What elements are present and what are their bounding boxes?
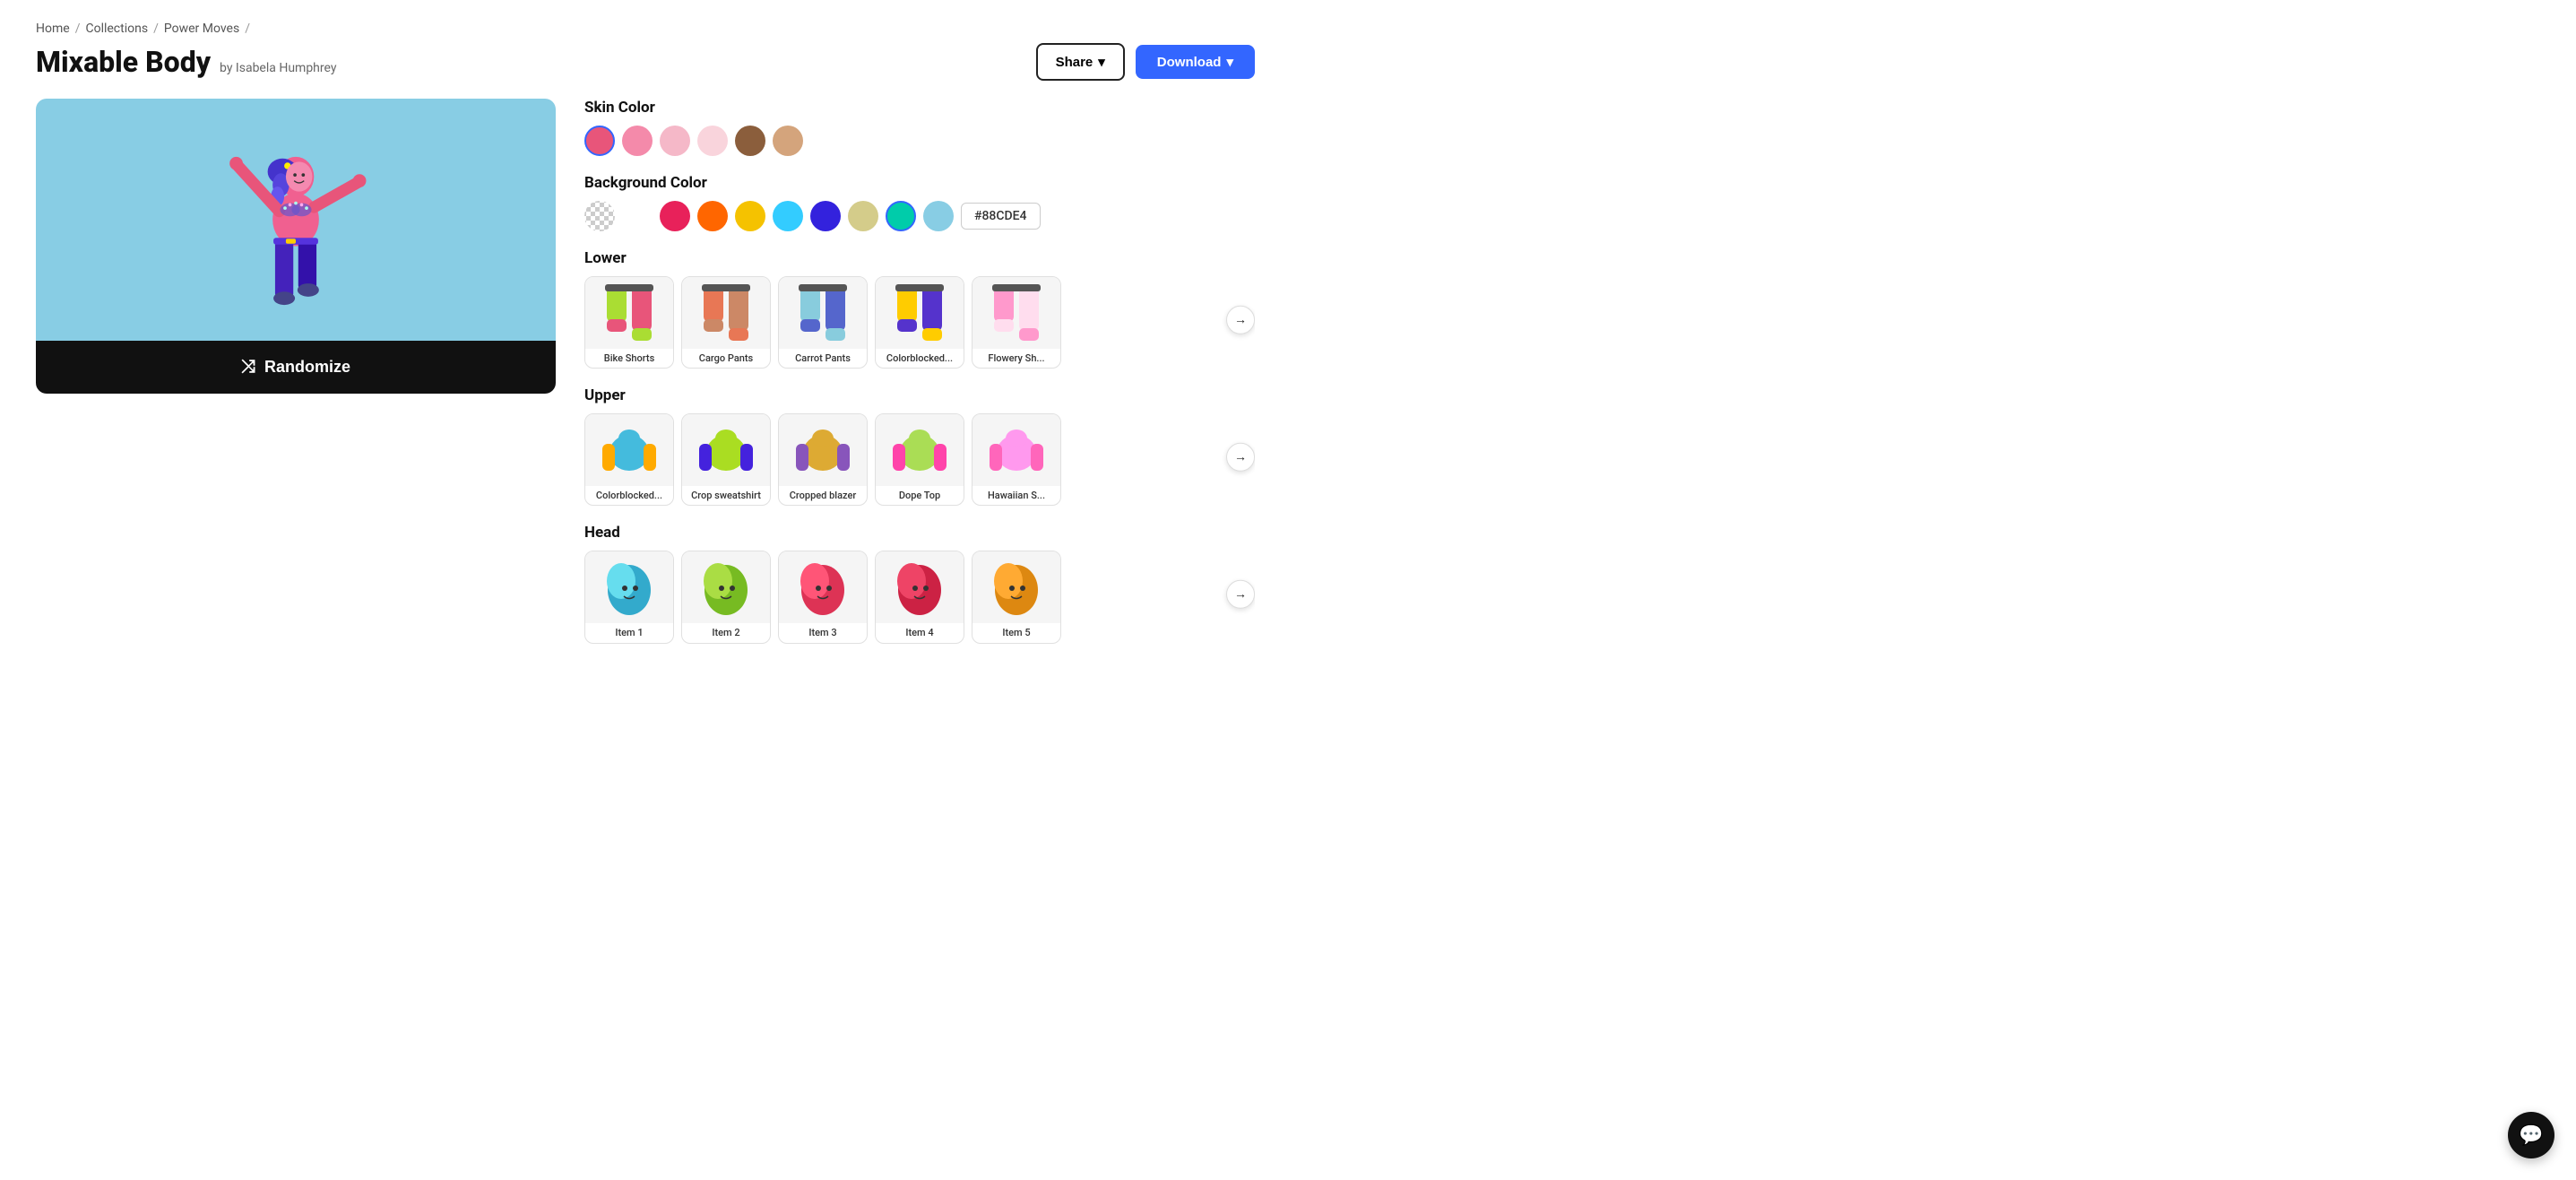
- item-label: Cropped blazer: [784, 486, 862, 505]
- skin-color-swatch[interactable]: [622, 126, 653, 156]
- skin-color-swatches: [584, 126, 1255, 156]
- lower-items-row: Bike Shorts Cargo Pants Carrot Pants Col…: [584, 276, 1255, 369]
- breadcrumb-home[interactable]: Home: [36, 22, 70, 36]
- breadcrumb-power-moves[interactable]: Power Moves: [164, 22, 239, 36]
- item-card[interactable]: Hawaiian S...: [972, 413, 1061, 506]
- item-card[interactable]: Item 4: [875, 551, 964, 643]
- lower-scroll-right[interactable]: →: [1226, 305, 1255, 334]
- item-card[interactable]: Crop sweatshirt: [681, 413, 771, 506]
- item-label: Carrot Pants: [790, 349, 856, 368]
- item-label: Item 2: [706, 623, 745, 642]
- skin-color-swatch[interactable]: [697, 126, 728, 156]
- chevron-down-icon: ▾: [1098, 54, 1105, 70]
- lower-section: Lower Bike Shorts Cargo Pants Carrot Pan…: [584, 249, 1255, 369]
- item-card[interactable]: Cargo Pants: [681, 276, 771, 369]
- item-label: Hawaiian S...: [982, 486, 1050, 505]
- background-color-swatch[interactable]: [735, 201, 765, 231]
- skin-color-label: Skin Color: [584, 99, 1255, 117]
- item-label: Cargo Pants: [694, 349, 758, 368]
- item-card[interactable]: Bike Shorts: [584, 276, 674, 369]
- head-scroll-right[interactable]: →: [1226, 580, 1255, 609]
- page-author: by Isabela Humphrey: [220, 61, 336, 75]
- background-color-swatch[interactable]: [810, 201, 841, 231]
- skin-color-swatch[interactable]: [735, 126, 765, 156]
- left-panel: ⤨ Randomize: [36, 99, 556, 644]
- item-label: Colorblocked...: [591, 486, 668, 505]
- head-items-row: Item 1 Item 2 Item 3 Item 4 Item 5 →: [584, 551, 1255, 643]
- right-panel: Skin Color Background Color #88CDE4 Lowe…: [584, 99, 1255, 644]
- background-color-swatch[interactable]: [848, 201, 878, 231]
- item-label: Crop sweatshirt: [686, 486, 766, 505]
- header-actions: Share ▾ Download ▾: [1036, 43, 1255, 81]
- item-card[interactable]: Colorblocked...: [584, 413, 674, 506]
- item-card[interactable]: Item 5: [972, 551, 1061, 643]
- chat-icon: 💬: [2519, 1124, 2543, 1147]
- item-card[interactable]: Colorblocked...: [875, 276, 964, 369]
- background-color-swatch[interactable]: [584, 201, 615, 231]
- background-color-swatch[interactable]: [773, 201, 803, 231]
- item-card[interactable]: Carrot Pants: [778, 276, 868, 369]
- hex-value-badge: #88CDE4: [961, 203, 1041, 230]
- background-color-swatch[interactable]: [660, 201, 690, 231]
- item-label: Item 3: [803, 623, 842, 642]
- chat-button[interactable]: 💬: [2508, 1112, 2554, 1158]
- main-layout: ⤨ Randomize Skin Color Background Color …: [36, 99, 1255, 644]
- head-label: Head: [584, 524, 1255, 542]
- item-label: Bike Shorts: [599, 349, 661, 368]
- background-color-label: Background Color: [584, 174, 1255, 192]
- item-card[interactable]: Item 2: [681, 551, 771, 643]
- item-label: Dope Top: [894, 486, 946, 505]
- background-color-swatches: #88CDE4: [584, 201, 1255, 231]
- skin-color-section: Skin Color: [584, 99, 1255, 156]
- upper-label: Upper: [584, 386, 1255, 404]
- item-card[interactable]: Item 3: [778, 551, 868, 643]
- item-label: Item 1: [609, 623, 648, 642]
- upper-scroll-right[interactable]: →: [1226, 443, 1255, 472]
- item-card[interactable]: Dope Top: [875, 413, 964, 506]
- chevron-down-icon: ▾: [1226, 54, 1233, 70]
- background-color-swatch[interactable]: [622, 201, 653, 231]
- breadcrumb: Home / Collections / Power Moves /: [36, 22, 1255, 36]
- download-button[interactable]: Download ▾: [1136, 45, 1255, 79]
- page-title: Mixable Body: [36, 45, 211, 79]
- item-label: Item 5: [997, 623, 1035, 642]
- character-illustration: [206, 112, 385, 327]
- upper-section: Upper Colorblocked... Crop sweatshirt Cr…: [584, 386, 1255, 506]
- page-header: Mixable Body by Isabela Humphrey Share ▾…: [36, 43, 1255, 81]
- share-button[interactable]: Share ▾: [1036, 43, 1125, 81]
- item-label: Item 4: [900, 623, 938, 642]
- shuffle-icon: ⤨: [241, 357, 255, 377]
- upper-items-row: Colorblocked... Crop sweatshirt Cropped …: [584, 413, 1255, 506]
- head-section: Head Item 1 Item 2 Item 3: [584, 524, 1255, 643]
- item-label: Colorblocked...: [881, 349, 958, 368]
- background-color-swatch[interactable]: [697, 201, 728, 231]
- skin-color-swatch[interactable]: [773, 126, 803, 156]
- lower-label: Lower: [584, 249, 1255, 267]
- skin-color-swatch[interactable]: [584, 126, 615, 156]
- item-card[interactable]: Item 1: [584, 551, 674, 643]
- background-color-swatch[interactable]: [923, 201, 954, 231]
- item-label: Flowery Sh...: [982, 349, 1050, 368]
- background-color-section: Background Color #88CDE4: [584, 174, 1255, 231]
- item-card[interactable]: Flowery Sh...: [972, 276, 1061, 369]
- randomize-button[interactable]: ⤨ Randomize: [36, 341, 556, 394]
- item-card[interactable]: Cropped blazer: [778, 413, 868, 506]
- breadcrumb-collections[interactable]: Collections: [85, 22, 148, 36]
- background-color-swatch[interactable]: [886, 201, 916, 231]
- skin-color-swatch[interactable]: [660, 126, 690, 156]
- preview-area: [36, 99, 556, 341]
